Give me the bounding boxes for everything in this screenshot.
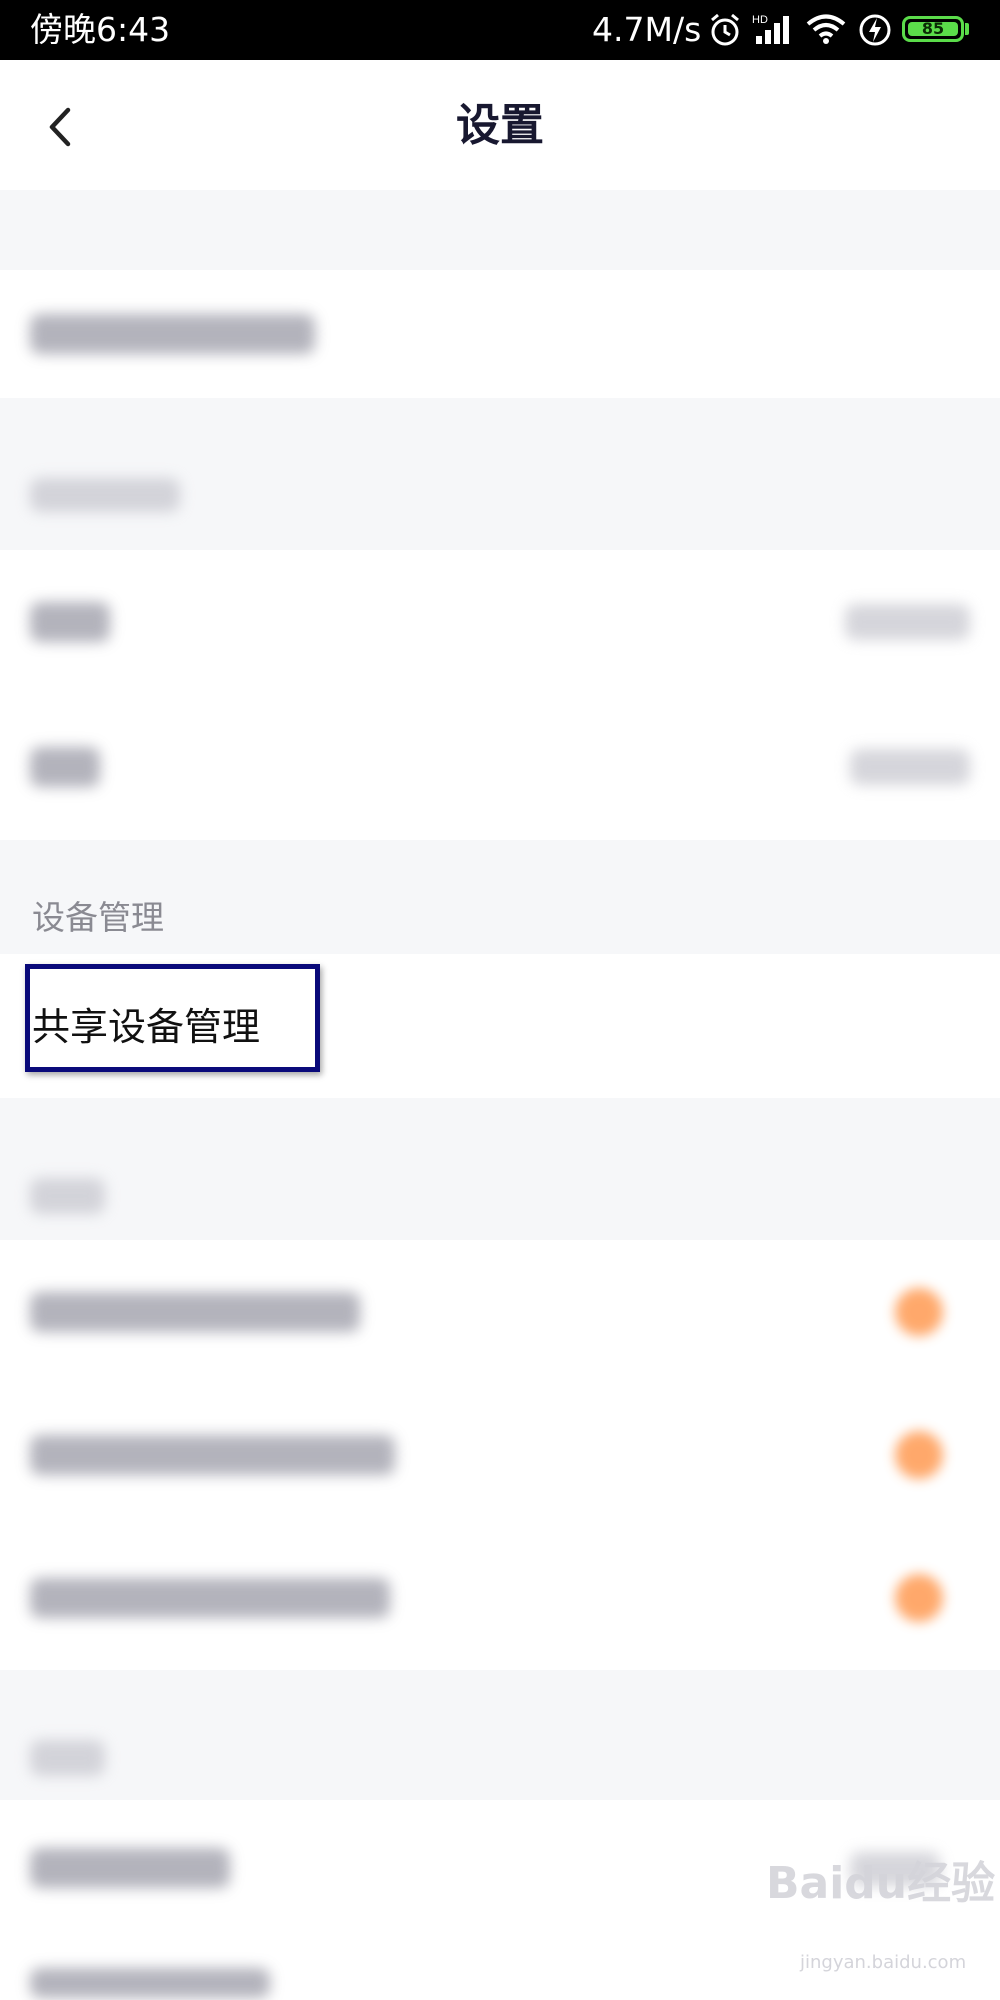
highlight-annotation-box <box>25 964 320 1072</box>
blurred-row[interactable] <box>0 550 1000 695</box>
blurred-section-header <box>30 478 180 512</box>
blurred-toggle-row[interactable] <box>0 1383 1000 1526</box>
blurred-section-header <box>30 1740 105 1776</box>
network-speed: 4.7M/s <box>592 10 702 49</box>
blurred-toggle-group <box>0 1240 1000 1670</box>
toggle-switch[interactable] <box>895 1431 943 1479</box>
alarm-icon <box>711 13 739 46</box>
toggle-switch[interactable] <box>895 1288 943 1336</box>
watermark-logo: Baidu经验 <box>766 1858 996 1909</box>
blurred-row[interactable] <box>0 270 1000 398</box>
charging-icon <box>859 14 891 46</box>
blurred-toggle-row[interactable] <box>0 1240 1000 1383</box>
blurred-toggle-row[interactable] <box>0 1526 1000 1670</box>
page-title: 设置 <box>456 100 544 151</box>
header: 设置 <box>0 60 1000 190</box>
blurred-row[interactable] <box>0 695 1000 840</box>
battery-level: 85 <box>908 21 958 37</box>
toggle-switch[interactable] <box>895 1574 943 1622</box>
battery-tip <box>965 23 969 35</box>
status-bar: 傍晚6:43 4.7M/s HD 85 <box>0 0 1000 60</box>
signal-icon: HD <box>752 14 789 44</box>
section-header-device-management: 设备管理 <box>32 898 164 937</box>
wifi-icon <box>806 14 846 44</box>
blurred-section-header <box>30 1178 105 1214</box>
status-time: 傍晚6:43 <box>30 10 171 49</box>
battery-icon: 85 <box>902 16 964 42</box>
svg-text:HD: HD <box>752 14 768 26</box>
blurred-section-group <box>0 550 1000 840</box>
watermark-url: jingyan.baidu.com <box>800 1952 967 1973</box>
